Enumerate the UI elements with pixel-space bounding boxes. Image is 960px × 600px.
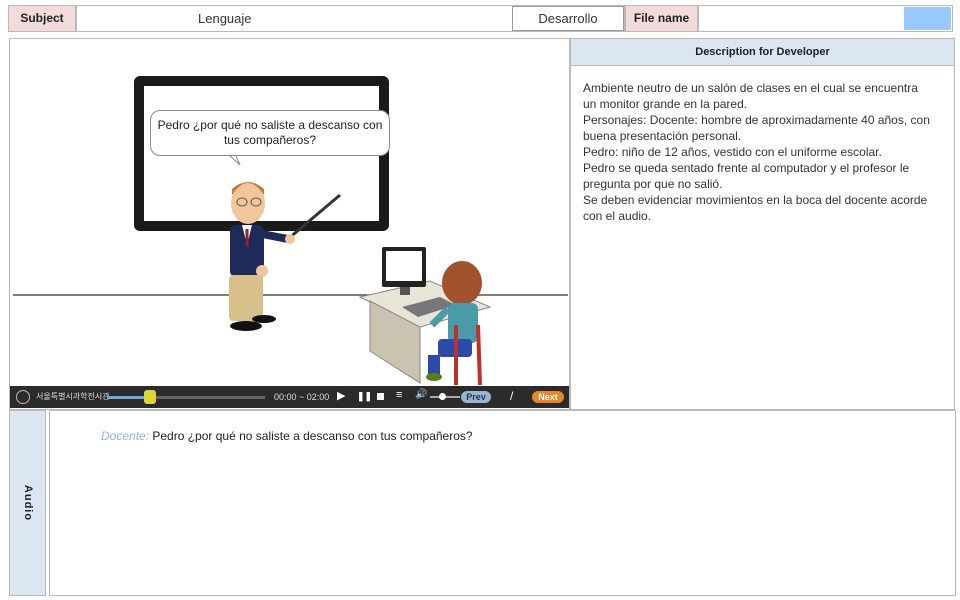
player-logo-text: 서울특별시과학전시관 [36,392,110,401]
logo-icon [16,390,30,404]
volume-icon[interactable]: 🔊 [415,389,427,400]
description-line: Se deben evidenciar movimientos en la bo… [583,193,928,223]
next-button[interactable]: Next [532,391,564,403]
progress-track[interactable] [107,396,265,399]
audio-line: Pedro ¿por qué no saliste a descanso con… [152,429,473,443]
audio-tab: Audio [9,410,46,596]
nav-separator: / [510,389,514,403]
time-display: 00:00 ~ 02:00 [274,392,330,402]
progress-handle[interactable] [143,390,156,404]
file-name-color-swatch [904,7,951,30]
description-line: Pedro: niño de 12 años, vestido con el u… [583,145,882,159]
subject-label: Subject [8,5,76,32]
play-icon[interactable]: ▶ [337,389,345,402]
stop-icon[interactable] [377,393,384,400]
description-line: Ambiente neutro de un salón de clases en… [583,81,918,111]
speech-bubble: Pedro ¿por qué no saliste a descanso con… [150,110,390,156]
audio-speaker: Docente: [101,429,150,443]
description-panel: Description for Developer Ambiente neutr… [570,38,955,410]
audio-panel: Docente: Pedro ¿por qué no saliste a des… [49,410,956,596]
file-name-label: File name [625,5,698,32]
description-line: Personajes: Docente: hombre de aproximad… [583,113,930,143]
student-figure [426,261,482,386]
audio-tab-label: Audio [21,484,34,522]
description-title: Description for Developer [571,39,954,66]
scene-panel: Pedro ¿por qué no saliste a descanso con… [9,38,570,410]
subject-value: Lenguaje [198,11,252,26]
stage-field[interactable]: Desarrollo [512,6,624,31]
prev-button[interactable]: Prev [461,391,491,403]
pause-icon[interactable]: ❚❚ [357,391,372,402]
menu-icon[interactable]: ≡ [396,389,402,401]
volume-handle[interactable] [439,393,446,400]
media-player-bar: 서울특별시과학전시관 00:00 ~ 02:00 ▶ ❚❚ ≡ 🔊 Prev /… [10,386,569,408]
description-line: Pedro se queda sentado frente al computa… [583,161,910,191]
classroom-illustration [13,76,568,386]
description-body: Ambiente neutro de un salón de clases en… [571,66,954,224]
